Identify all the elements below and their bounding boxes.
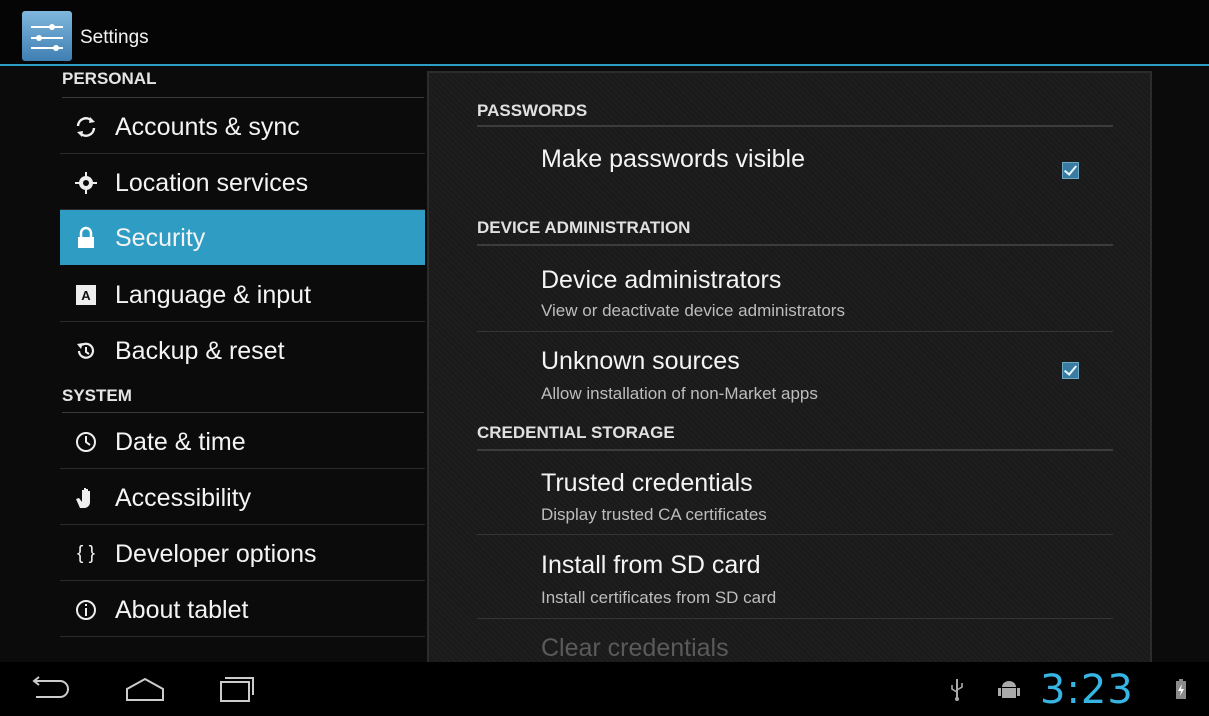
pref-make-passwords-visible[interactable]: Make passwords visible bbox=[477, 129, 1113, 209]
make-passwords-visible-checkbox[interactable] bbox=[1062, 162, 1079, 179]
system-bar: 3:23 bbox=[0, 662, 1209, 716]
pref-summary: View or deactivate device administrators bbox=[541, 301, 845, 320]
back-icon[interactable] bbox=[20, 670, 76, 708]
category-device-administration: DEVICE ADMINISTRATION bbox=[477, 218, 1113, 246]
category-credential-storage: CREDENTIAL STORAGE bbox=[477, 423, 1113, 451]
sidebar-item-developer-options[interactable]: { } Developer options bbox=[60, 526, 425, 581]
lock-icon bbox=[74, 210, 98, 265]
battery-charging-icon bbox=[1172, 670, 1190, 708]
pref-summary: Allow installation of non-Market apps bbox=[541, 384, 818, 403]
sidebar-item-label: About tablet bbox=[115, 596, 249, 624]
sidebar-item-label: Security bbox=[115, 224, 206, 252]
backup-icon bbox=[74, 323, 98, 378]
location-icon bbox=[74, 155, 98, 210]
action-bar: Settings bbox=[0, 0, 1209, 66]
pref-title: Clear credentials bbox=[541, 634, 729, 662]
pref-title: Install from SD card bbox=[541, 551, 761, 579]
sidebar-item-security[interactable]: Security bbox=[60, 210, 425, 265]
sidebar-item-accounts-sync[interactable]: Accounts & sync bbox=[60, 99, 425, 154]
sidebar-item-label: Backup & reset bbox=[115, 337, 285, 365]
sidebar-item-label: Accounts & sync bbox=[115, 113, 300, 141]
pref-title: Make passwords visible bbox=[541, 145, 805, 173]
sidebar-item-label: Accessibility bbox=[115, 484, 252, 512]
sidebar-item-label: Language & input bbox=[115, 281, 312, 309]
pref-title: Device administrators bbox=[541, 266, 782, 294]
pref-summary: Install certificates from SD card bbox=[541, 588, 777, 607]
sidebar-item-backup-reset[interactable]: Backup & reset bbox=[60, 323, 425, 378]
pref-summary: Display trusted CA certificates bbox=[541, 505, 767, 524]
pref-clear-credentials: Clear credentials bbox=[477, 620, 1113, 665]
braces-icon: { } bbox=[77, 542, 95, 564]
sync-icon bbox=[74, 99, 98, 154]
security-settings-panel: PASSWORDS Make passwords visible DEVICE … bbox=[427, 71, 1152, 667]
usb-icon bbox=[945, 670, 969, 708]
section-header-personal: PERSONAL bbox=[62, 66, 424, 98]
app-title: Settings bbox=[80, 27, 149, 48]
pref-trusted-credentials[interactable]: Trusted credentials Display trusted CA c… bbox=[477, 453, 1113, 535]
unknown-sources-checkbox[interactable] bbox=[1062, 362, 1079, 379]
pref-install-from-sd-card[interactable]: Install from SD card Install certificate… bbox=[477, 536, 1113, 619]
sidebar-item-label: Location services bbox=[115, 169, 309, 197]
sidebar-item-about-tablet[interactable]: About tablet bbox=[60, 582, 425, 637]
sidebar-item-location-services[interactable]: Location services bbox=[60, 155, 425, 210]
sidebar-item-language-input[interactable]: A Language & input bbox=[60, 267, 425, 322]
status-clock: 3:23 bbox=[1040, 667, 1134, 713]
info-icon bbox=[74, 582, 98, 637]
pref-unknown-sources[interactable]: Unknown sources Allow installation of no… bbox=[477, 333, 1113, 413]
sidebar-item-label: Developer options bbox=[115, 540, 317, 568]
settings-icon[interactable] bbox=[22, 11, 72, 61]
clock-icon bbox=[74, 414, 98, 469]
sidebar-item-label: Date & time bbox=[115, 428, 246, 456]
settings-nav: PERSONAL Accounts & sync Location servic… bbox=[0, 66, 425, 662]
pref-title: Unknown sources bbox=[541, 347, 740, 375]
category-passwords: PASSWORDS bbox=[477, 101, 1113, 127]
keyboard-icon: A bbox=[74, 267, 98, 322]
sidebar-item-date-time[interactable]: Date & time bbox=[60, 414, 425, 469]
recent-apps-icon[interactable] bbox=[207, 670, 263, 708]
svg-text:A: A bbox=[81, 288, 91, 303]
sidebar-item-accessibility[interactable]: Accessibility bbox=[60, 470, 425, 525]
android-debug-icon bbox=[995, 670, 1023, 708]
pref-title: Trusted credentials bbox=[541, 469, 753, 497]
hand-icon bbox=[74, 470, 98, 525]
section-header-system: SYSTEM bbox=[62, 378, 424, 413]
pref-device-administrators[interactable]: Device administrators View or deactivate… bbox=[477, 248, 1113, 332]
home-icon[interactable] bbox=[117, 670, 173, 708]
